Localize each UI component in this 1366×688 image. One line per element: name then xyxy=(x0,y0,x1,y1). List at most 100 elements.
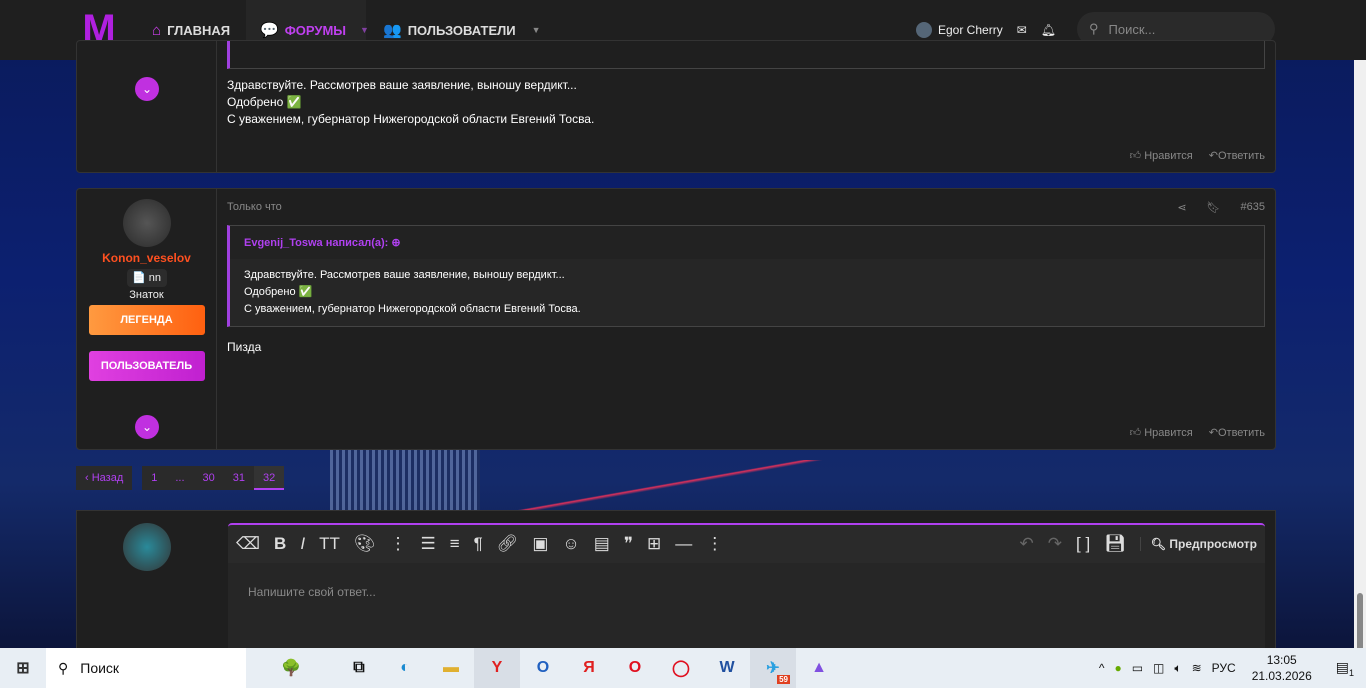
language-indicator[interactable]: РУС xyxy=(1212,661,1236,675)
smiley-icon[interactable]: ☺ xyxy=(562,534,579,554)
notifications-icon[interactable]: ▤1 xyxy=(1336,659,1354,678)
palette-icon[interactable]: 🎨︎ xyxy=(354,534,376,554)
taskbar: ⊞ ⚲ Поиск 🌳 ⧉ ◐ ▬ Y O Я O ◯ W ✈ 59 ▲ ^ ● ▭ ◫ 🔈… xyxy=(0,648,1366,688)
link-icon[interactable]: 🔗︎ xyxy=(497,534,519,554)
opera-gx-icon[interactable]: ◯ xyxy=(658,648,704,688)
task-view-icon[interactable]: ⧉ xyxy=(336,648,382,688)
arrow-up-icon: ⊕ xyxy=(391,237,401,249)
previous-post: ⌄ Здравствуйте. Рассмотрев ваше заявлени… xyxy=(76,40,1276,173)
clock[interactable]: 13:05 21.03.2026 xyxy=(1252,652,1312,684)
page-ellipsis[interactable]: ... xyxy=(166,466,194,490)
share-icon[interactable]: ⋖ xyxy=(1177,201,1186,214)
reply-button[interactable]: ↶Ответить xyxy=(1209,426,1265,439)
user-title: Знаток xyxy=(129,289,164,301)
explorer-icon[interactable]: ▬ xyxy=(428,648,474,688)
italic-icon[interactable]: I xyxy=(300,534,305,554)
text-line: Одобрено ✅ xyxy=(244,286,313,298)
search-icon: ⚲ xyxy=(1089,21,1099,36)
camera-icon[interactable]: ◫ xyxy=(1153,661,1164,675)
users-icon: 👥 xyxy=(383,22,402,39)
word-icon[interactable]: W xyxy=(704,648,750,688)
taskbar-search[interactable]: ⚲ Поиск xyxy=(46,648,246,688)
pagination: ‹ Назад 1 ... 30 31 32 xyxy=(76,466,285,490)
post-body: Пизда xyxy=(227,340,262,354)
windows-start-icon[interactable]: ⊞ xyxy=(0,648,46,688)
bookmark-icon[interactable]: 🔖︎ xyxy=(1207,201,1221,214)
chat-icon: 💬 xyxy=(260,22,279,39)
home-icon: ⌂ xyxy=(152,21,162,39)
text-line: Здравствуйте. Рассмотрев ваше заявление,… xyxy=(244,269,565,281)
yandex-browser-icon[interactable]: Y xyxy=(474,648,520,688)
undo-icon[interactable]: ↶ xyxy=(1020,534,1034,554)
user-tag: 📄 nn xyxy=(126,269,167,287)
scrollbar-thumb[interactable] xyxy=(1357,593,1363,651)
volume-icon[interactable]: 🔈︎ xyxy=(1174,661,1181,676)
post-body: Здравствуйте. Рассмотрев ваше заявление,… xyxy=(227,77,594,128)
like-button[interactable]: 👍︎ Нравится xyxy=(1130,149,1193,162)
text-line: С уважением, губернатор Нижегородской об… xyxy=(227,112,595,126)
bell-icon[interactable]: 🔔︎ xyxy=(1041,23,1056,37)
text-line: Одобрено ✅ xyxy=(227,95,302,109)
account-link[interactable]: Egor Cherry xyxy=(916,22,1003,38)
prev-page-button[interactable]: ‹ Назад xyxy=(76,466,133,490)
text-line: Здравствуйте. Рассмотрев ваше заявление,… xyxy=(227,78,577,92)
text-size-icon[interactable]: TT xyxy=(319,534,340,554)
wifi-icon[interactable]: ≋ xyxy=(1192,661,1202,675)
post-user-column: ⌄ xyxy=(77,41,217,172)
like-button[interactable]: 👍︎ Нравится xyxy=(1130,426,1193,439)
outlook-icon[interactable]: O xyxy=(520,648,566,688)
telegram-icon[interactable]: ✈ 59 xyxy=(750,648,796,688)
badge-legend: ЛЕГЕНДА xyxy=(88,305,205,335)
mail-icon[interactable]: ✉ xyxy=(1017,23,1027,37)
expand-button[interactable]: ⌄ xyxy=(135,77,159,101)
telegram-badge: 59 xyxy=(777,675,790,684)
image-icon[interactable]: ▣ xyxy=(532,534,548,554)
author-name[interactable]: Konon_veselov xyxy=(77,251,216,265)
expand-button[interactable]: ⌄ xyxy=(135,415,159,439)
post-number[interactable]: #635 xyxy=(1241,201,1265,214)
eraser-icon[interactable]: ⌫ xyxy=(236,534,260,554)
reply-button[interactable]: ↶Ответить xyxy=(1209,149,1265,162)
badge-user: ПОЛЬЗОВАТЕЛЬ xyxy=(88,351,205,381)
redo-icon[interactable]: ↷ xyxy=(1048,534,1062,554)
chevron-down-icon[interactable]: ▼ xyxy=(360,25,369,35)
media-icon[interactable]: ▤ xyxy=(594,534,610,554)
nav-forums-label: ФОРУМЫ xyxy=(284,22,347,38)
editor-toolbar: ⌫ B I TT 🎨︎ ⋮ ☰ ≡ ¶ 🔗︎ ▣ ☺ ▤ ❞ ⊞ — ⋮ ↶ ↷ [ ] 💾︎ 🔍︎ Предпр… xyxy=(228,523,1265,563)
app-icon[interactable]: ▲ xyxy=(796,648,842,688)
table-icon[interactable]: ⊞ xyxy=(647,534,661,554)
reply-editor: ⌫ B I TT 🎨︎ ⋮ ☰ ≡ ¶ 🔗︎ ▣ ☺ ▤ ❞ ⊞ — ⋮ ↶ ↷ [ ] 💾︎ 🔍︎ Предпр… xyxy=(76,510,1276,653)
more-icon[interactable]: ⋮ xyxy=(389,534,406,554)
battery-icon[interactable]: ▭ xyxy=(1132,661,1143,675)
yandex-icon[interactable]: Я xyxy=(566,648,612,688)
reply-textarea[interactable]: Напишите свой ответ... xyxy=(228,563,1265,653)
avatar[interactable] xyxy=(122,199,171,247)
preview-button[interactable]: 🔍︎ Предпросмотр xyxy=(1139,537,1257,551)
page-link[interactable]: 1 xyxy=(142,466,167,490)
source-icon[interactable]: [ ] xyxy=(1076,534,1090,554)
page-current[interactable]: 32 xyxy=(254,466,285,490)
hr-icon[interactable]: — xyxy=(675,534,692,554)
tray-chevron-icon[interactable]: ^ xyxy=(1099,661,1105,675)
tray-app-icon[interactable]: ● xyxy=(1114,661,1121,675)
bold-icon[interactable]: B xyxy=(274,534,286,554)
nav-members-label: ПОЛЬЗОВАТЕЛИ xyxy=(407,22,516,38)
post-time[interactable]: Только что xyxy=(227,201,282,213)
more-icon[interactable]: ⋮ xyxy=(706,534,723,554)
save-draft-icon[interactable]: 💾︎ xyxy=(1104,534,1126,554)
edge-icon[interactable]: ◐ xyxy=(382,648,428,688)
search-placeholder: Поиск... xyxy=(1108,21,1156,37)
post-user-column: Konon_veselov 📄 nn Знаток ЛЕГЕНДА ПОЛЬЗО… xyxy=(77,189,217,449)
text-line: С уважением, губернатор Нижегородской об… xyxy=(244,303,581,315)
page-link[interactable]: 31 xyxy=(223,466,255,490)
quote-author[interactable]: Evgenij_Toswa написал(а): ⊕ xyxy=(230,226,1264,259)
paragraph-icon[interactable]: ¶ xyxy=(474,534,483,554)
opera-icon[interactable]: O xyxy=(612,648,658,688)
scrollbar[interactable] xyxy=(1354,60,1366,651)
page-link[interactable]: 30 xyxy=(193,466,224,490)
quote-icon[interactable]: ❞ xyxy=(624,534,633,554)
widget-icon[interactable]: 🌳 xyxy=(246,648,336,688)
align-icon[interactable]: ≡ xyxy=(450,534,460,554)
list-icon[interactable]: ☰ xyxy=(420,534,435,554)
chevron-down-icon[interactable]: ▼ xyxy=(532,25,541,35)
